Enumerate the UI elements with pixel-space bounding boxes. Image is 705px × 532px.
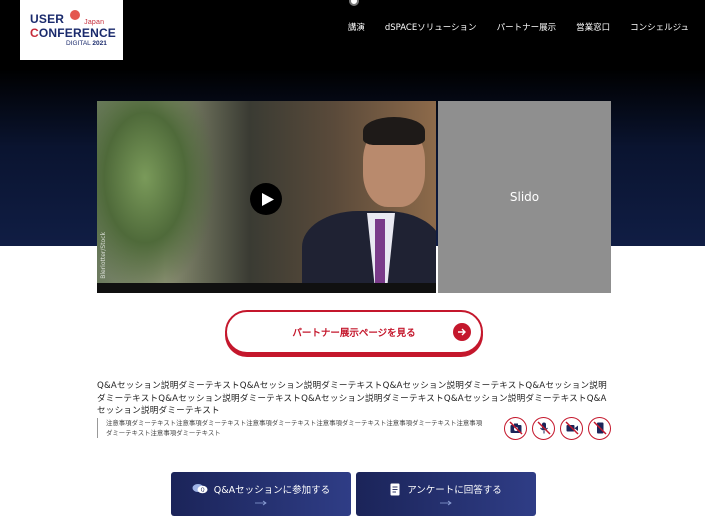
video-credit: Bleriotter/Stock — [100, 232, 107, 279]
answer-survey-label: アンケートに回答する — [407, 485, 502, 496]
play-icon — [261, 192, 274, 206]
video-person-hair — [363, 117, 425, 145]
nav-item-partner-exhibits[interactable]: パートナー展示 — [497, 21, 557, 33]
logo-digital-text: DIGITAL — [66, 40, 91, 47]
logo-user-text: USER — [30, 12, 65, 26]
arrow-right-icon — [453, 323, 471, 341]
partner-exhibit-button-label: パートナー展示ページを見る — [292, 328, 416, 339]
no-video-recording-icon — [560, 416, 583, 440]
conference-logo[interactable]: USER Japan CONFERENCE DIGITAL 2021 — [20, 0, 123, 60]
logo-line-3: DIGITAL 2021 — [66, 40, 123, 47]
svg-text:Q: Q — [200, 487, 204, 493]
nav-item-solutions[interactable]: dSPACEソリューション — [385, 21, 477, 33]
partner-exhibit-button[interactable]: パートナー展示ページを見る — [225, 310, 483, 354]
video-control-bar[interactable] — [97, 283, 436, 293]
play-button[interactable] — [250, 183, 282, 215]
arrow-right-icon — [255, 500, 267, 506]
slido-label: Slido — [509, 190, 540, 204]
join-qa-label: Q&Aセッションに参加する — [213, 485, 331, 496]
chat-bubbles-icon: Q — [192, 484, 208, 493]
logo-year-text: 2021 — [92, 40, 107, 47]
video-person-tie — [375, 219, 385, 293]
video-foliage — [97, 101, 217, 293]
main-nav: 講演 dSPACEソリューション パートナー展示 営業窓口 コンシェルジュ — [348, 21, 689, 33]
logo-line-2: CONFERENCE — [30, 26, 123, 40]
notes-row: 注意事項ダミーテキスト注意事項ダミーテキスト注意事項ダミーテキスト注意事項ダミー… — [97, 413, 611, 443]
session-description: Q&Aセッション説明ダミーテキストQ&Aセッション説明ダミーテキストQ&Aセッシ… — [97, 381, 607, 416]
slido-panel[interactable]: Slido — [438, 101, 611, 293]
nav-item-lectures[interactable]: 講演 — [348, 21, 365, 33]
document-icon — [390, 483, 400, 495]
join-qa-session-button[interactable]: Q Q&Aセッションに参加する — [171, 472, 351, 516]
nav-item-concierge[interactable]: コンシェルジュ — [630, 21, 689, 33]
answer-survey-row: アンケートに回答する — [390, 482, 502, 496]
arrow-right-icon — [440, 500, 452, 506]
answer-survey-button[interactable]: アンケートに回答する — [356, 472, 536, 516]
join-qa-row: Q Q&Aセッションに参加する — [192, 482, 330, 496]
video-player[interactable]: Bleriotter/Stock — [97, 101, 436, 293]
notice-icons — [504, 416, 611, 440]
logo-conference-initial: C — [30, 26, 39, 40]
no-phone-icon — [588, 416, 611, 440]
nav-item-sales-contact[interactable]: 営業窓口 — [576, 21, 610, 33]
logo-dot-icon — [70, 10, 81, 20]
logo-conference-text: ONFERENCE — [38, 26, 117, 40]
no-audio-recording-icon — [532, 416, 555, 440]
no-photo-icon — [504, 416, 527, 440]
notes-text: 注意事項ダミーテキスト注意事項ダミーテキスト注意事項ダミーテキスト注意事項ダミー… — [97, 418, 487, 438]
